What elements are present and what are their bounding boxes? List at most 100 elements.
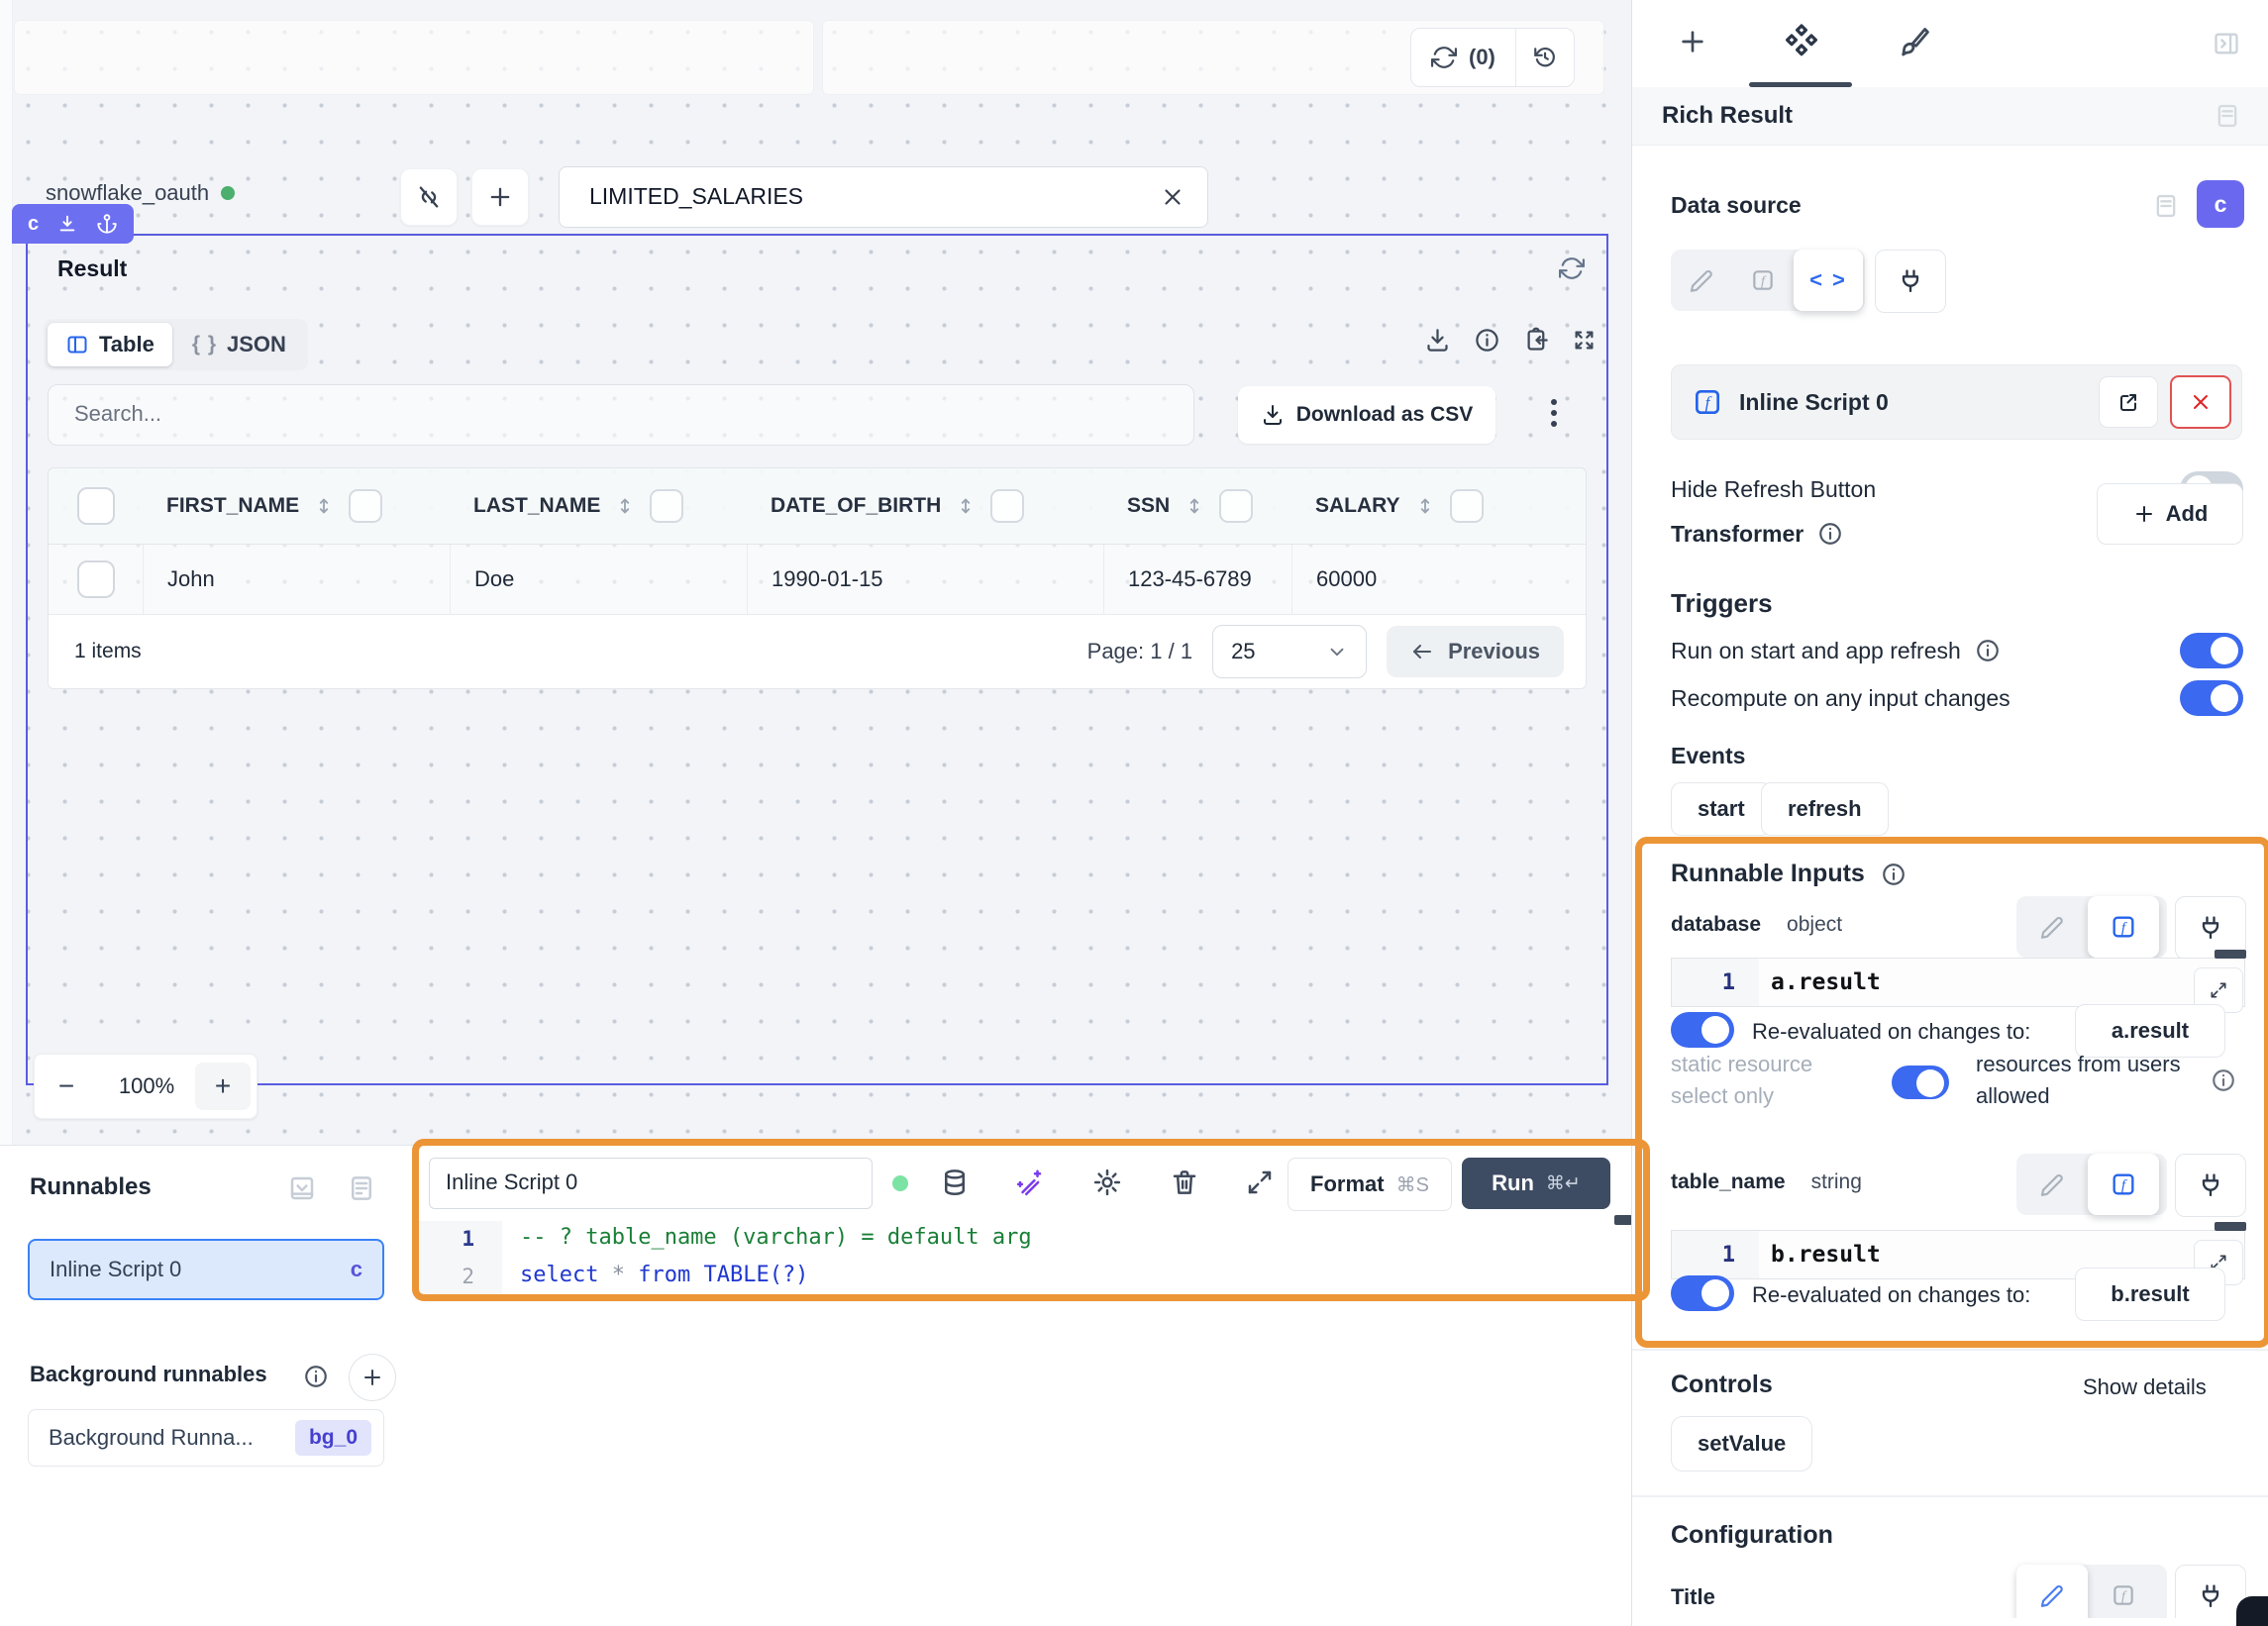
table-select-input[interactable]	[560, 167, 1146, 225]
collapse-inspector-button[interactable]	[2213, 30, 2240, 57]
format-button[interactable]: Format ⌘S	[1288, 1158, 1452, 1211]
info-icon[interactable]	[1817, 521, 1843, 547]
expand-editor-button[interactable]	[1245, 1168, 1275, 1197]
sort-icon[interactable]	[1414, 495, 1436, 517]
component-doc-icon[interactable]	[2214, 102, 2241, 130]
open-script-button[interactable]	[2099, 376, 2158, 428]
run-button[interactable]: Run ⌘↵	[1462, 1158, 1610, 1209]
unlink-button[interactable]	[400, 168, 458, 226]
mode-template-button[interactable]: f	[1732, 250, 1794, 311]
info-icon[interactable]	[1975, 638, 2001, 663]
select-all-checkbox[interactable]	[77, 487, 115, 525]
component-id-badge[interactable]: c	[2197, 180, 2244, 228]
previous-page-button[interactable]: Previous	[1387, 626, 1564, 677]
zoom-out-button[interactable]: −	[35, 1070, 98, 1102]
editor-scrollbar[interactable]	[1614, 1215, 1632, 1225]
collapse-panel-button[interactable]	[287, 1173, 317, 1203]
mode-static-button-active[interactable]	[2016, 1565, 2088, 1626]
table-search-input[interactable]	[49, 385, 1166, 443]
component-refresh-button[interactable]	[1559, 255, 1585, 281]
database-reeval-toggle[interactable]	[1671, 1012, 1734, 1048]
mode-template-button[interactable]: f	[2088, 1565, 2159, 1626]
ai-assist-button[interactable]	[1015, 1168, 1045, 1197]
column-toggle[interactable]	[990, 489, 1024, 523]
database-expression-editor[interactable]: 1 a.result	[1671, 958, 2245, 1007]
script-settings-button[interactable]	[1092, 1168, 1122, 1197]
history-button[interactable]	[1516, 29, 1574, 86]
sort-icon[interactable]	[955, 495, 977, 517]
column-header[interactable]: SSN	[1103, 468, 1291, 544]
event-chip-refresh[interactable]: refresh	[1761, 782, 1889, 836]
info-icon[interactable]	[2211, 1067, 2236, 1093]
mode-eval-button-active[interactable]: f	[2088, 1154, 2159, 1215]
database-dependency-chip[interactable]: a.result	[2075, 1004, 2225, 1058]
add-transformer-button[interactable]: Add	[2097, 483, 2243, 545]
canvas-empty-row-1[interactable]	[14, 20, 814, 95]
mode-static-button[interactable]	[2016, 1154, 2088, 1215]
column-toggle[interactable]	[349, 489, 382, 523]
mode-static-button[interactable]	[2016, 896, 2088, 958]
info-icon[interactable]	[1881, 862, 1907, 887]
theme-tab[interactable]	[1898, 26, 1931, 59]
download-result-button[interactable]	[1424, 327, 1451, 354]
column-toggle[interactable]	[650, 489, 683, 523]
clear-selection-button[interactable]	[1160, 184, 1186, 210]
sort-icon[interactable]	[313, 495, 335, 517]
mode-eval-button-active[interactable]: < >	[1794, 250, 1863, 311]
tab-json[interactable]: { } JSON	[174, 323, 304, 366]
connect-input-button[interactable]	[1875, 250, 1946, 313]
table-row[interactable]: John Doe 1990-01-15 123-45-6789 60000	[49, 545, 1586, 614]
table-menu-button[interactable]	[1551, 394, 1559, 432]
runnable-item-inline-script-0[interactable]: Inline Script 0 c	[28, 1239, 384, 1300]
sort-icon[interactable]	[1184, 495, 1205, 517]
run-on-start-toggle[interactable]	[2180, 633, 2243, 668]
result-info-button[interactable]	[1474, 327, 1500, 354]
column-header[interactable]: DATE_OF_BIRTH	[747, 468, 1103, 544]
insert-component-tab[interactable]	[1677, 26, 1708, 57]
show-details-link[interactable]: Show details	[2083, 1374, 2207, 1400]
docs-button[interactable]	[347, 1173, 376, 1203]
zoom-in-button[interactable]: +	[195, 1063, 251, 1110]
remove-script-button[interactable]	[2170, 375, 2231, 429]
connect-input-button[interactable]	[2175, 1154, 2246, 1217]
database-settings-button[interactable]	[940, 1168, 970, 1197]
code-line-1[interactable]: -- ? table_name (varchar) = default arg	[520, 1225, 1032, 1250]
sort-icon[interactable]	[614, 495, 636, 517]
column-toggle[interactable]	[1450, 489, 1484, 523]
copy-result-button[interactable]	[1523, 327, 1550, 354]
title-input-partial[interactable]	[1671, 1618, 2243, 1626]
row-checkbox[interactable]	[77, 560, 115, 598]
event-chip-start[interactable]: start	[1671, 782, 1772, 836]
delete-script-button[interactable]	[1170, 1168, 1199, 1197]
data-source-doc-icon[interactable]	[2152, 192, 2180, 220]
column-toggle[interactable]	[1219, 489, 1253, 523]
background-runnables-info[interactable]	[303, 1364, 329, 1389]
recompute-toggle[interactable]	[2180, 680, 2243, 716]
move-down-icon[interactable]	[56, 213, 78, 235]
mode-static-button[interactable]	[1671, 250, 1732, 311]
tab-table[interactable]: Table	[48, 323, 172, 366]
refresh-all-button[interactable]: (0)	[1411, 29, 1515, 86]
column-header[interactable]: LAST_NAME	[450, 468, 747, 544]
settings-tab-active[interactable]	[1783, 22, 1820, 59]
code-line-2[interactable]: select * from TABLE(?)	[520, 1263, 808, 1287]
page-size-select[interactable]: 25	[1212, 625, 1367, 678]
column-header[interactable]: SALARY	[1291, 468, 1586, 544]
app-canvas[interactable]: (0) snowflake_oauth c	[0, 0, 1632, 1145]
control-chip-setvalue[interactable]: setValue	[1671, 1416, 1812, 1472]
column-header[interactable]: FIRST_NAME	[143, 468, 450, 544]
expand-result-button[interactable]	[1571, 327, 1598, 354]
table-name-dependency-chip[interactable]: b.result	[2075, 1268, 2225, 1321]
download-csv-button[interactable]: Download as CSV	[1238, 386, 1495, 444]
anchor-icon[interactable]	[96, 213, 118, 235]
mini-scrollbar[interactable]	[2215, 950, 2246, 959]
mode-eval-button-active[interactable]: f	[2088, 896, 2159, 958]
add-datasource-button[interactable]	[471, 168, 529, 226]
background-runnable-item[interactable]: Background Runna... bg_0	[28, 1409, 384, 1467]
script-name-input[interactable]	[430, 1159, 844, 1206]
selected-script-chip[interactable]: f Inline Script 0	[1671, 364, 2242, 440]
mini-scrollbar[interactable]	[2215, 1222, 2246, 1231]
add-background-runnable-button[interactable]	[349, 1354, 396, 1401]
resources-from-users-toggle[interactable]	[1892, 1066, 1949, 1099]
table-name-reeval-toggle[interactable]	[1671, 1275, 1734, 1311]
